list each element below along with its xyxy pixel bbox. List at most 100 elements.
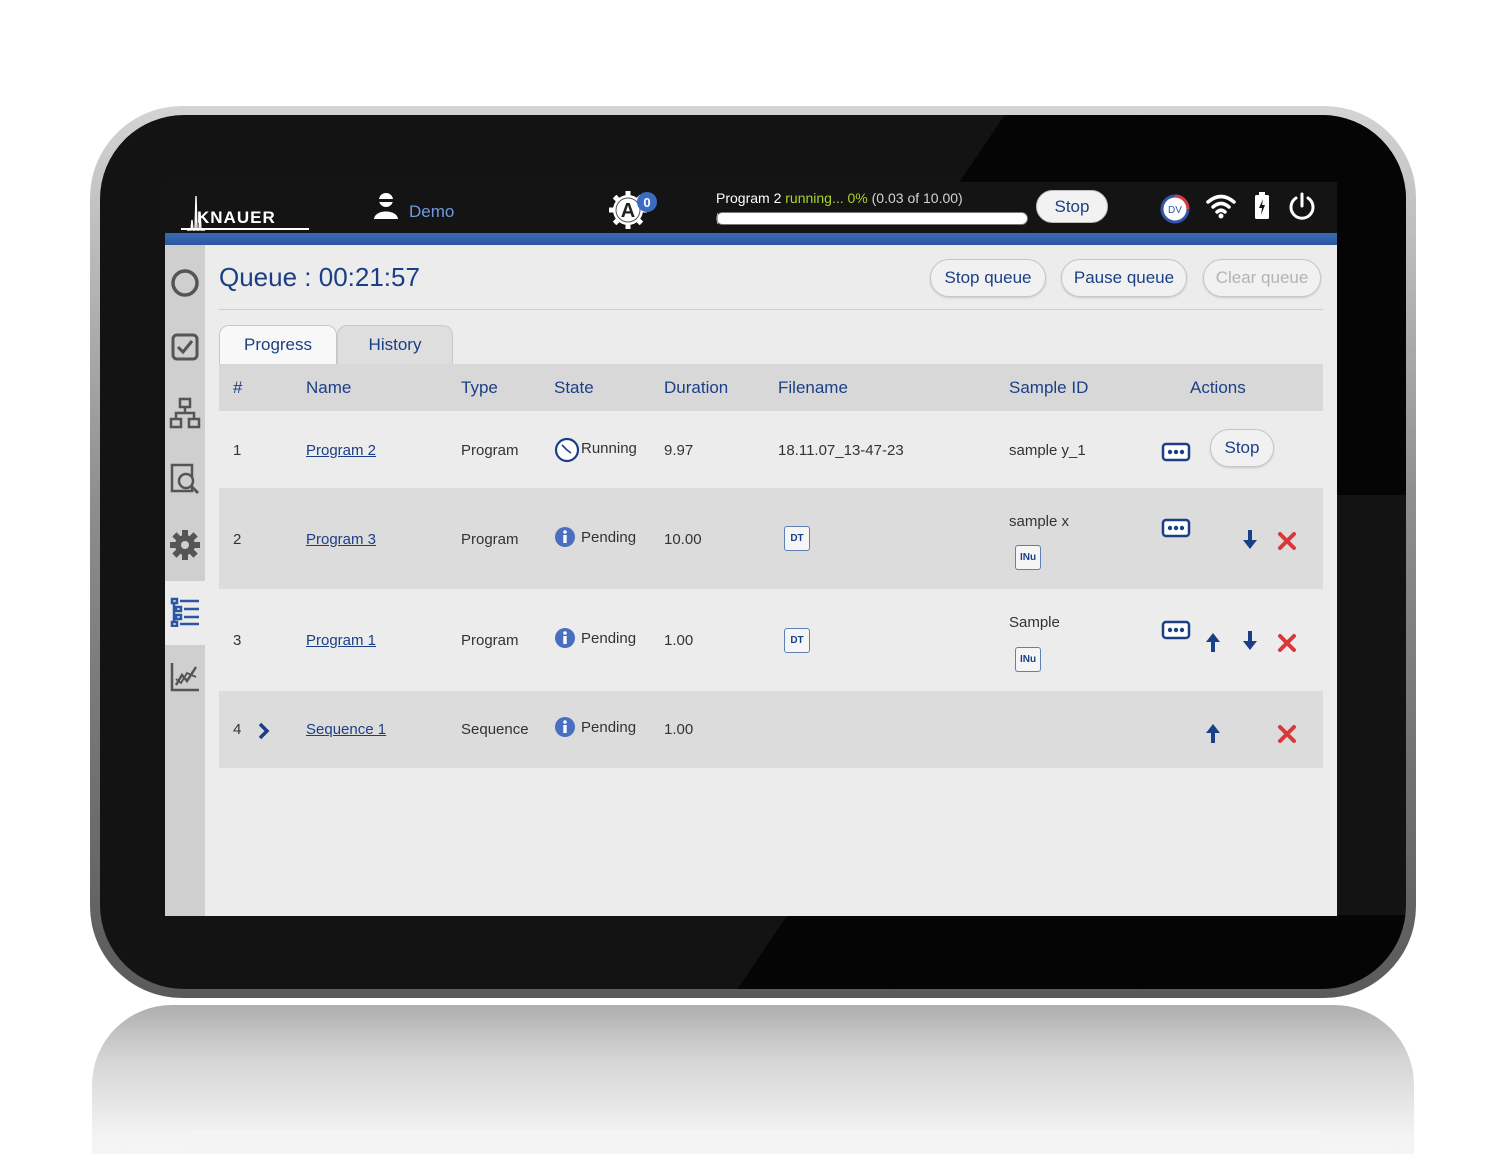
sidebar-item-settings[interactable] [165, 515, 205, 579]
row-state: Pending [581, 719, 637, 736]
reflection-screen [190, 1130, 1320, 1154]
row-sample-id: Sample [1009, 614, 1060, 631]
table-row: 1 Program 2 Program Running 9.97 18.11.0… [219, 411, 1323, 488]
more-options-icon[interactable] [1161, 619, 1191, 641]
sidebar-item-inspect[interactable] [165, 449, 205, 513]
stop-row-button[interactable]: Stop [1210, 429, 1274, 467]
svg-text:DV: DV [1168, 205, 1182, 216]
dv-status-icon[interactable]: DV [1159, 193, 1191, 225]
col-actions: Actions [1190, 378, 1246, 397]
svg-text:0: 0 [643, 195, 650, 210]
program-detail: (0.03 of 10.00) [871, 190, 963, 206]
row-filename: 18.11.07_13-47-23 [778, 442, 904, 459]
program-link[interactable]: Program 3 [306, 531, 376, 548]
program-status: Program 2 running... 0% (0.03 of 10.00) [716, 190, 963, 206]
wifi-icon[interactable] [1205, 192, 1237, 220]
info-icon [555, 527, 575, 547]
progress-fill [717, 213, 718, 224]
tab-history[interactable]: History [337, 325, 453, 364]
program-percent: 0% [847, 190, 868, 206]
battery-icon[interactable] [1253, 192, 1271, 220]
filename-tag[interactable]: DT [784, 628, 810, 653]
program-name: Program 2 [716, 190, 782, 206]
row-state: Running [581, 440, 637, 457]
move-up-icon[interactable] [1203, 630, 1223, 654]
row-duration: 1.00 [664, 721, 694, 738]
row-state: Pending [581, 630, 637, 647]
brand-name: KNAUER [197, 208, 276, 227]
gear-icon [170, 530, 200, 560]
move-down-icon[interactable] [1240, 528, 1260, 552]
col-duration[interactable]: Duration [664, 378, 728, 398]
sidebar-item-flow[interactable] [165, 383, 205, 447]
delete-icon[interactable] [1276, 723, 1298, 745]
col-state[interactable]: State [554, 378, 594, 398]
checkbox-icon [171, 333, 199, 361]
svg-text:A: A [621, 200, 635, 222]
col-name[interactable]: Name [306, 378, 351, 398]
filename-tag[interactable]: DT [784, 526, 810, 551]
sample-tag[interactable]: INu [1015, 545, 1041, 570]
tab-progress[interactable]: Progress [219, 325, 337, 364]
sample-tag[interactable]: INu [1015, 647, 1041, 672]
sidebar-item-charts[interactable] [165, 647, 205, 711]
chevron-right-icon[interactable] [257, 721, 271, 741]
row-type: Sequence [461, 721, 529, 738]
queue-list-icon [170, 597, 199, 627]
col-type[interactable]: Type [461, 378, 498, 398]
top-bar-accent [165, 233, 1337, 245]
sidebar [165, 245, 207, 916]
info-icon [555, 717, 575, 737]
row-number: 1 [233, 442, 242, 459]
automation-badge-icon[interactable]: A 0 [609, 189, 661, 229]
row-number: 2 [233, 531, 242, 548]
sidebar-item-status[interactable] [165, 253, 205, 317]
power-icon[interactable] [1287, 191, 1317, 221]
document-search-icon [170, 463, 200, 495]
table-header: # Name Type State Duration Filename Samp… [219, 364, 1323, 411]
app-screen: KNAUER Demo A 0 Program 2 running... 0% … [165, 182, 1337, 916]
clear-queue-button[interactable]: Clear queue [1203, 259, 1321, 297]
pause-queue-button[interactable]: Pause queue [1061, 259, 1187, 297]
row-type: Program [461, 442, 519, 459]
row-type: Program [461, 531, 519, 548]
row-duration: 10.00 [664, 531, 702, 548]
row-number: 3 [233, 632, 242, 649]
chart-icon [170, 663, 199, 692]
header-divider [219, 309, 1323, 310]
running-clock-icon [554, 437, 580, 463]
user-name[interactable]: Demo [409, 202, 454, 222]
program-link[interactable]: Program 2 [306, 442, 376, 459]
page-title: Queue : 00:21:57 [219, 262, 420, 292]
brand-underline [181, 228, 309, 230]
move-up-icon[interactable] [1203, 721, 1223, 745]
delete-icon[interactable] [1276, 530, 1298, 552]
row-sample-id: sample y_1 [1009, 442, 1086, 459]
program-state: running... [785, 190, 844, 206]
more-options-icon[interactable] [1161, 441, 1191, 463]
row-type: Program [461, 632, 519, 649]
move-down-icon[interactable] [1240, 629, 1260, 653]
stop-queue-button[interactable]: Stop queue [930, 259, 1046, 297]
hierarchy-icon [169, 397, 201, 429]
status-ring-icon [171, 269, 199, 297]
top-bar: KNAUER Demo A 0 Program 2 running... 0% … [165, 182, 1337, 234]
info-icon [555, 628, 575, 648]
bezel-glare [652, 915, 1406, 989]
row-state: Pending [581, 529, 637, 546]
row-number: 4 [233, 721, 242, 738]
more-options-icon[interactable] [1161, 517, 1191, 539]
program-progress-bar [716, 212, 1028, 225]
row-duration: 1.00 [664, 632, 694, 649]
delete-icon[interactable] [1276, 632, 1298, 654]
sequence-link[interactable]: Sequence 1 [306, 721, 386, 738]
table-row: 4 Sequence 1 Sequence Pending 1.00 [219, 691, 1323, 768]
program-link[interactable]: Program 1 [306, 632, 376, 649]
stop-program-button[interactable]: Stop [1036, 190, 1108, 223]
sidebar-item-tasks[interactable] [165, 317, 205, 381]
row-sample-id: sample x [1009, 513, 1070, 530]
col-sample-id[interactable]: Sample ID [1009, 378, 1088, 398]
sidebar-item-queue[interactable] [165, 581, 207, 645]
user-icon[interactable] [373, 192, 399, 220]
col-filename[interactable]: Filename [778, 378, 848, 398]
